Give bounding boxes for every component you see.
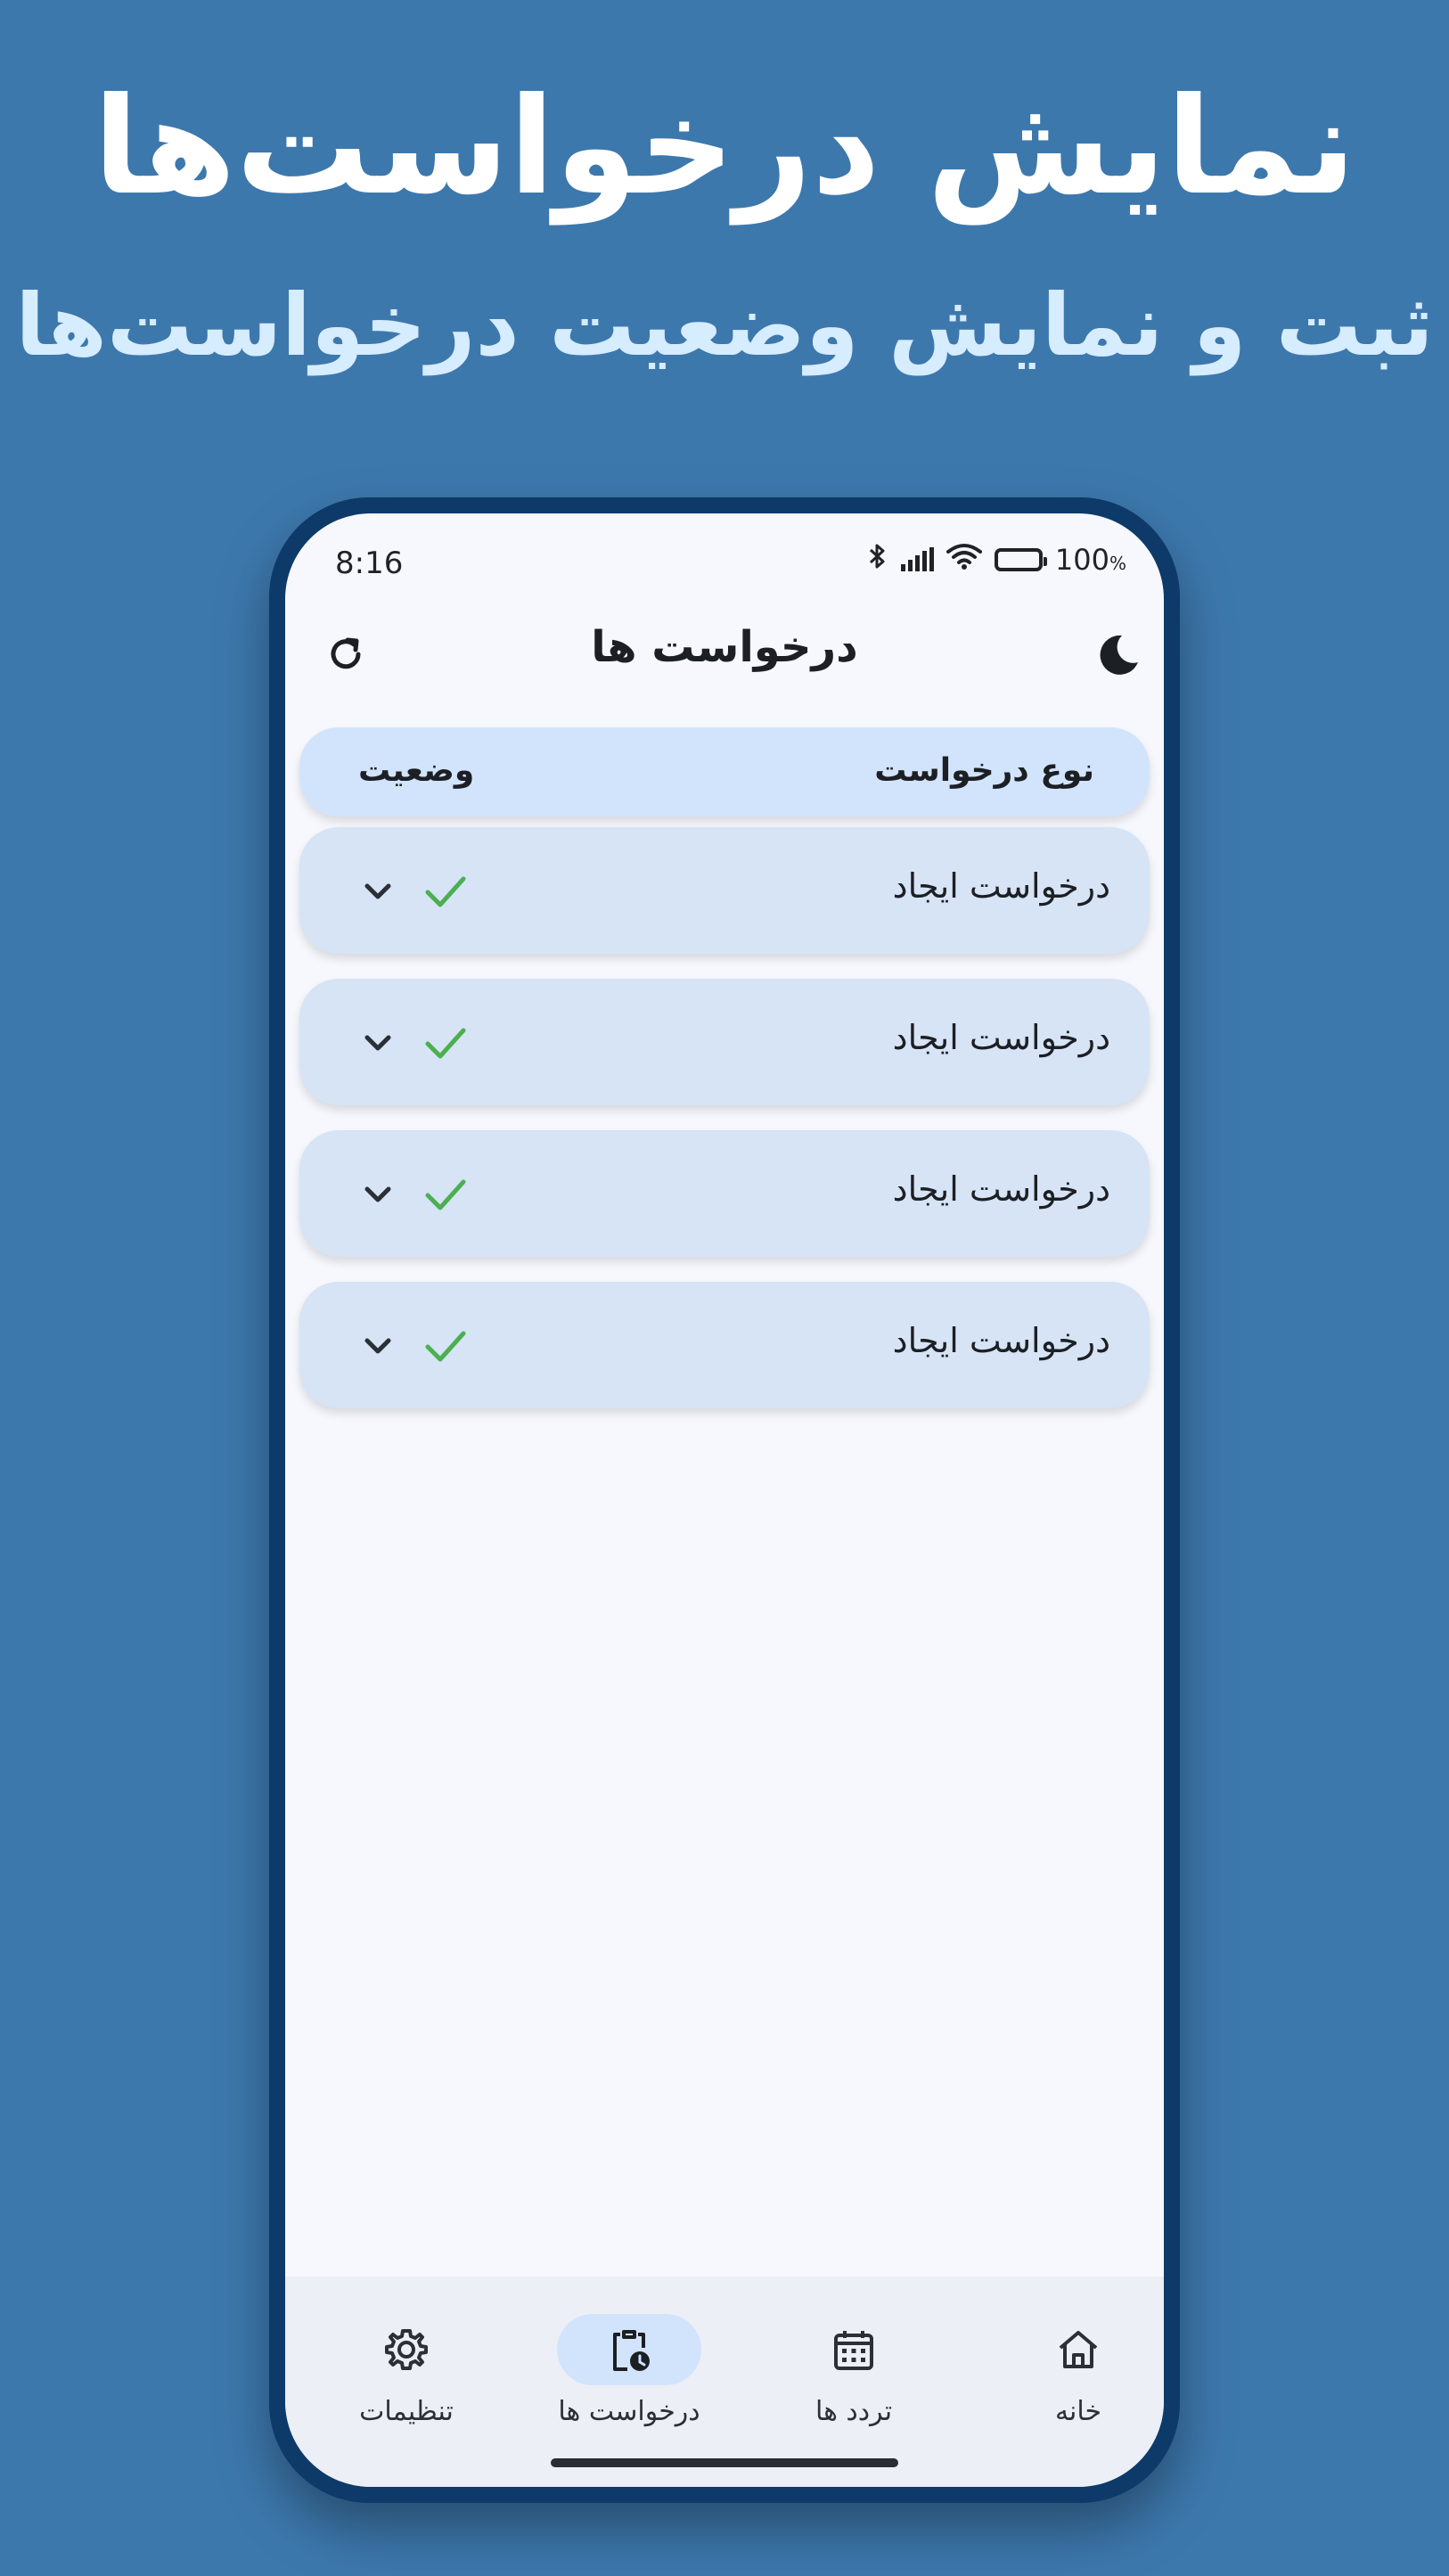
phone-screen: 8:16 100% درخواست ها نوع درخواست وضعیت د… [285, 513, 1164, 2487]
signal-icon [900, 547, 934, 571]
nav-label-home: خانه [1054, 2396, 1102, 2427]
request-row[interactable]: درخواست ایجاد [299, 1130, 1150, 1257]
check-icon [425, 876, 466, 907]
nav-item-requests[interactable]: درخواست ها [540, 2314, 718, 2427]
dark-mode-moon-icon [1100, 635, 1138, 675]
phone-frame: 8:16 100% درخواست ها نوع درخواست وضعیت د… [269, 497, 1180, 2503]
request-type-label: درخواست ایجاد [892, 866, 1110, 906]
promo-subtitle: ثبت و نمایش وضعیت درخواست‌ها [15, 275, 1434, 375]
app-bar: درخواست ها [285, 603, 1164, 701]
check-icon [425, 1028, 466, 1059]
home-icon [1059, 2331, 1098, 2368]
nav-item-home[interactable]: خانه [989, 2314, 1164, 2427]
chevron-down-icon[interactable] [360, 1328, 396, 1364]
status-bar: 8:16 100% [285, 513, 1164, 603]
clipboard-clock-icon [613, 2330, 650, 2371]
settings-gear-icon [385, 2329, 428, 2370]
check-icon [425, 1179, 466, 1210]
promo-title: نمایش درخواست‌ها [93, 70, 1356, 225]
request-type-label: درخواست ایجاد [892, 1169, 1110, 1209]
battery-percentage: 100% [1054, 543, 1126, 577]
request-row[interactable]: درخواست ایجاد [299, 827, 1150, 954]
status-icons: 100% [867, 542, 1126, 578]
request-list: درخواست ایجاد درخواست ایجاد درخواست ایجا [299, 827, 1150, 1433]
request-row[interactable]: درخواست ایجاد [299, 1282, 1150, 1408]
chevron-down-icon[interactable] [360, 1177, 396, 1212]
header-status: وضعیت [358, 752, 475, 789]
chevron-down-icon[interactable] [360, 874, 396, 909]
request-type-label: درخواست ایجاد [892, 1018, 1110, 1057]
nav-item-settings[interactable]: تنظیمات [317, 2314, 495, 2427]
bluetooth-icon [867, 542, 888, 578]
page-title: درخواست ها [591, 622, 858, 672]
wifi-icon [946, 543, 982, 577]
table-header: نوع درخواست وضعیت [299, 727, 1150, 816]
check-icon [425, 1331, 466, 1362]
nav-label-settings: تنظیمات [359, 2396, 454, 2427]
nav-item-attendance[interactable]: تردد ها [765, 2314, 943, 2427]
request-row[interactable]: درخواست ایجاد [299, 979, 1150, 1105]
request-type-label: درخواست ایجاد [892, 1321, 1110, 1360]
chevron-down-icon[interactable] [360, 1025, 396, 1061]
nav-label-requests: درخواست ها [558, 2396, 700, 2427]
header-request-type: نوع درخواست [874, 752, 1094, 789]
battery-icon [994, 548, 1047, 571]
nav-label-attendance: تردد ها [815, 2396, 893, 2427]
theme-toggle-button[interactable] [1093, 628, 1146, 681]
home-indicator[interactable] [551, 2458, 898, 2467]
calendar-icon [834, 2331, 873, 2370]
status-time: 8:16 [335, 546, 404, 581]
bottom-navigation: تنظیمات درخواست ها تردد ها خانه [285, 2277, 1164, 2487]
